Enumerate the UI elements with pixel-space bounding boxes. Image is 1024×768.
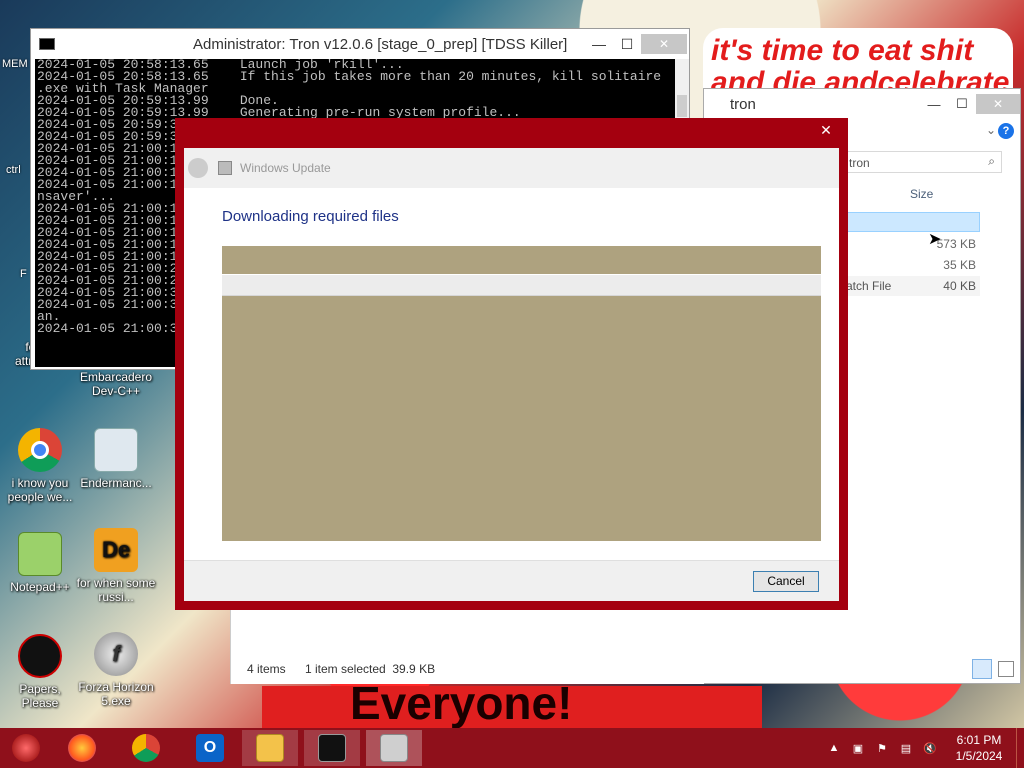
back-arrow-icon[interactable] [188, 158, 208, 178]
download-progress-row [222, 274, 821, 296]
close-button[interactable]: ✕ [641, 34, 687, 54]
status-bar: 4 items 1 item selected 39.9 KB [244, 659, 1020, 683]
installer-icon [380, 734, 408, 762]
clock-time: 6:01 PM [956, 733, 1002, 747]
file-explorer-icon [256, 734, 284, 762]
desktop-icon-forza[interactable]: f Forza Horizon 5.exe [76, 632, 156, 708]
show-desktop-button[interactable] [1016, 728, 1024, 768]
taskbar-outlook[interactable]: O [182, 730, 238, 766]
taskbar: O ▲ ▣ ⚑ ▤ 🔇 6:01 PM 1/5/2024 [0, 728, 1024, 768]
file-row-type: atch File [846, 279, 892, 293]
maximize-button[interactable]: ☐ [613, 36, 641, 53]
file-row-size: 35 KB [943, 258, 976, 272]
taskbar-console[interactable] [304, 730, 360, 766]
file-row[interactable]: 35 KB [834, 255, 980, 275]
start-orb-icon [12, 734, 40, 762]
desktop-icon-chrome[interactable]: i know you people we... [0, 428, 80, 504]
desktop-icon-notepadpp[interactable]: Notepad++ [0, 532, 80, 594]
taskbar-chrome[interactable] [118, 730, 174, 766]
taskbar-file-explorer[interactable] [242, 730, 298, 766]
explorer-ribbon-toggle[interactable]: ⌄ [986, 123, 996, 137]
system-tray: ▲ ▣ ⚑ ▤ 🔇 6:01 PM 1/5/2024 [822, 728, 1024, 768]
taskbar-installer[interactable] [366, 730, 422, 766]
flag-icon[interactable]: ⚑ [874, 742, 890, 755]
large-icons-view-icon[interactable] [998, 661, 1014, 677]
chrome-icon [18, 428, 62, 472]
desktop-icon-label: Notepad++ [10, 580, 70, 594]
notepadpp-icon [18, 532, 62, 576]
desktop-icon-label: Endermanc... [80, 476, 152, 490]
minimize-button[interactable]: — [920, 97, 948, 112]
meme-banner: it's time to eat shit and die andcelebra… [703, 28, 1013, 88]
details-view-icon[interactable] [972, 659, 992, 679]
firefox-icon [68, 734, 96, 762]
file-row[interactable]: 573 KB [834, 234, 980, 254]
status-item-count: 4 items [247, 662, 286, 676]
download-dialog[interactable]: ✕ Windows Update Downloading required fi… [175, 118, 848, 610]
f-partial-label: F [20, 268, 27, 280]
dialog-content: Windows Update Downloading required file… [184, 148, 839, 601]
status-selected: 1 item selected 39.9 KB [305, 662, 436, 676]
minimize-button[interactable]: — [585, 36, 613, 52]
cancel-button[interactable]: Cancel [753, 571, 819, 592]
desktop-icon-label: i know you people we... [7, 476, 73, 504]
explorer-titlebar[interactable]: tron — ☐ ✕ [704, 89, 1020, 119]
game-icon [18, 634, 62, 678]
mem-partial-label: MEM [2, 58, 28, 70]
column-size-header[interactable]: Size [910, 187, 933, 201]
taskbar-firefox[interactable] [54, 730, 110, 766]
maximize-button[interactable]: ☐ [948, 96, 976, 112]
desktop-icon-devcpp[interactable]: Embarcadero Dev-C++ [76, 370, 156, 398]
console-title: Administrator: Tron v12.0.6 [stage_0_pre… [193, 35, 568, 53]
ctrl-partial-label: ctrl [6, 164, 21, 176]
chrome-icon [132, 734, 160, 762]
show-hidden-icons-icon[interactable]: ▲ [826, 742, 842, 754]
close-button[interactable]: ✕ [976, 94, 1020, 114]
bottom-banner-text: Everyone! [350, 677, 573, 729]
flash-icon: f [94, 632, 138, 676]
dialog-footer: Cancel [184, 560, 839, 601]
search-text: tron [849, 156, 870, 170]
dialog-header: Windows Update [184, 148, 839, 188]
desktop-icon-label: Papers, Please [19, 682, 61, 710]
scrollbar-thumb[interactable] [677, 95, 687, 117]
search-box[interactable]: tron ⌕ [834, 151, 1002, 173]
dialog-heading: Downloading required files [222, 208, 399, 225]
file-row-size: 40 KB [943, 279, 976, 293]
desktop-icon-de[interactable]: De for when some russi... [76, 528, 156, 604]
desktop-icon-label: Forza Horizon 5.exe [78, 680, 154, 708]
help-icon[interactable]: ? [998, 123, 1014, 139]
file-row-size: 573 KB [936, 237, 976, 251]
desktop-icon-papers[interactable]: Papers, Please [0, 634, 80, 710]
clock[interactable]: 6:01 PM 1/5/2024 [942, 732, 1016, 764]
desktop-icon-label: Embarcadero Dev-C++ [79, 370, 153, 398]
desktop-icon-label: for when some russi... [76, 576, 156, 604]
clock-date: 1/5/2024 [955, 749, 1003, 763]
desktop-icon-endermanch[interactable]: Endermanc... [76, 428, 156, 490]
network-icon[interactable]: ▣ [850, 742, 866, 755]
console-titlebar[interactable]: Administrator: Tron v12.0.6 [stage_0_pre… [31, 29, 689, 59]
search-icon: ⌕ [988, 154, 995, 168]
outlook-icon: O [196, 734, 224, 762]
display-icon[interactable]: ▤ [898, 742, 914, 755]
mouse-cursor: ➤ [928, 231, 942, 248]
file-row-selected[interactable] [834, 212, 980, 232]
app-icon [94, 428, 138, 472]
console-icon [318, 734, 346, 762]
explorer-lower-pane: 4 items 1 item selected 39.9 KB [230, 610, 704, 684]
de-icon: De [94, 528, 138, 572]
console-icon [39, 38, 55, 50]
explorer-title: tron [730, 95, 756, 113]
start-button[interactable] [0, 730, 52, 766]
dialog-app-title: Windows Update [240, 161, 331, 175]
app-icon [218, 161, 232, 175]
file-row[interactable]: atch File 40 KB [834, 276, 980, 296]
dialog-close-button[interactable]: ✕ [812, 120, 840, 140]
volume-muted-icon[interactable]: 🔇 [922, 742, 938, 755]
download-panel [222, 246, 821, 541]
